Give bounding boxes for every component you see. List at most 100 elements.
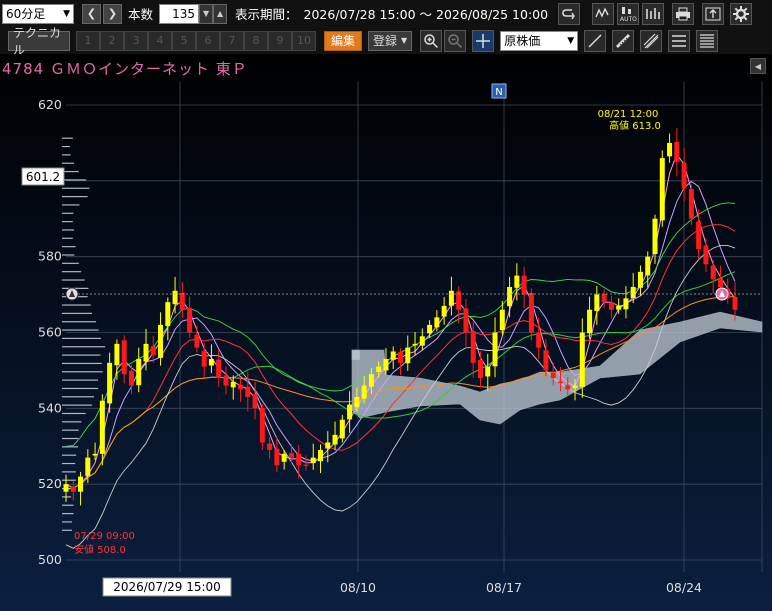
price-chart[interactable]: 500520540560580600620 08/1008/1708/24 N …: [0, 54, 772, 611]
candle-body: [230, 381, 236, 388]
volume-profile-bar: [62, 221, 73, 223]
register-button[interactable]: 登録 ▼: [368, 30, 413, 51]
zoom-out-icon[interactable]: [444, 29, 467, 52]
candle-body: [136, 359, 142, 386]
technical-button[interactable]: テクニカル: [8, 26, 70, 57]
print-icon[interactable]: [672, 2, 695, 25]
candle-body: [310, 457, 316, 463]
collapse-panel-icon[interactable]: ◀: [750, 58, 766, 74]
candle-body: [579, 332, 585, 388]
ruler-icon[interactable]: [612, 29, 635, 52]
fibonacci-icon[interactable]: [696, 29, 719, 52]
bars-input[interactable]: 135: [159, 3, 200, 24]
crosshair-icon[interactable]: [472, 29, 495, 52]
candle-body: [223, 375, 229, 386]
trendline-icon[interactable]: [584, 29, 607, 52]
undo-icon[interactable]: [558, 2, 581, 25]
candle-body: [339, 419, 345, 439]
candle-body: [594, 294, 600, 311]
candle-body: [470, 331, 476, 363]
alert-marker-right[interactable]: [715, 287, 729, 301]
y-tick-label: 560: [38, 325, 62, 340]
volume-profile-bar: [62, 529, 73, 531]
volume-profile-bar: [62, 412, 86, 415]
edit-button[interactable]: 編集: [324, 30, 363, 51]
parallel-lines-icon[interactable]: [640, 29, 663, 52]
export-icon[interactable]: [702, 2, 725, 25]
interval-value: 60分足: [6, 7, 46, 21]
candle-body: [303, 464, 309, 467]
candle-body: [172, 290, 178, 305]
volume-profile-bar: [62, 512, 74, 515]
next-icon[interactable]: ❯: [103, 3, 122, 24]
news-marker[interactable]: N: [491, 83, 507, 99]
volume-profile-bar: [62, 446, 79, 448]
interval-select[interactable]: 60分足 ▼: [2, 3, 74, 24]
technical-slot-6[interactable]: 6: [196, 30, 220, 51]
technical-slot-8[interactable]: 8: [244, 30, 268, 51]
candle-body: [645, 256, 651, 276]
technical-slot-10[interactable]: 10: [292, 30, 316, 51]
candle-body: [259, 407, 265, 443]
candle-body: [208, 359, 214, 366]
bar-style-icon[interactable]: [642, 2, 665, 25]
candle-body: [238, 384, 244, 390]
volume-profile-bar: [62, 437, 79, 440]
candle-body: [434, 317, 440, 328]
technical-slot-3[interactable]: 3: [124, 30, 148, 51]
volume-profile-bar: [62, 204, 80, 206]
candle-body: [688, 189, 694, 219]
candle-body: [354, 396, 360, 408]
volume-profile-bar: [62, 471, 76, 473]
gear-icon[interactable]: [730, 2, 753, 25]
candle-body: [376, 366, 382, 373]
period-value: 2026/07/28 15:00 ～ 2026/08/25 10:00: [303, 7, 549, 22]
candle-body: [710, 265, 716, 280]
prev-icon[interactable]: ❮: [82, 3, 101, 24]
candle-body: [245, 386, 251, 397]
candle-body: [448, 290, 454, 306]
price-type-select[interactable]: 原株価 ▼: [500, 30, 579, 51]
volume-profile-bar: [62, 254, 75, 256]
candle-body: [368, 374, 374, 387]
candle-body: [187, 307, 193, 333]
volume-profile-bar: [62, 404, 92, 406]
candle-body: [318, 450, 324, 462]
technical-slot-4[interactable]: 4: [148, 30, 172, 51]
candle-body: [717, 278, 723, 287]
technical-slot-1[interactable]: 1: [76, 30, 100, 51]
low-date-label: 07/29 09:00: [74, 531, 135, 542]
volume-profile-bar: [62, 429, 79, 431]
volume-profile-bar: [62, 187, 90, 189]
technical-slot-2[interactable]: 2: [100, 30, 124, 51]
candle-body: [150, 345, 156, 356]
volume-profile-bar: [62, 504, 74, 506]
y-tick-label: 500: [38, 552, 62, 567]
technical-slot-9[interactable]: 9: [268, 30, 292, 51]
technical-slot-7[interactable]: 7: [220, 30, 244, 51]
spin-down-icon[interactable]: ▼: [199, 3, 214, 24]
candle-body: [63, 484, 69, 492]
cursor-date-label: 2026/07/29 15:00: [113, 580, 221, 594]
volume-profile-bar: [62, 396, 95, 398]
auto-icon[interactable]: AUTO: [617, 2, 640, 25]
candle-body: [623, 298, 629, 310]
spin-up-icon[interactable]: ▲: [213, 3, 228, 24]
candle-body: [514, 275, 520, 288]
technical-slot-5[interactable]: 5: [172, 30, 196, 51]
horizontal-lines-icon[interactable]: [668, 29, 691, 52]
alert-marker-left[interactable]: [65, 287, 79, 301]
bars-label: 本数: [128, 7, 154, 22]
high-value-label: 高値 613.0: [609, 119, 661, 132]
candle-body: [78, 476, 84, 492]
volume-profile-bar: [62, 237, 73, 239]
x-tick-label: 08/10: [340, 580, 376, 595]
y-tick-label: 620: [38, 97, 62, 112]
volume-profile-bar: [62, 346, 106, 348]
candle-body: [572, 385, 578, 389]
candle-style-icon[interactable]: [592, 2, 615, 25]
current-price-tag: 601.2: [21, 167, 65, 186]
volume-profile-bar: [62, 421, 82, 423]
zoom-in-icon[interactable]: [420, 29, 443, 52]
candle-body: [499, 309, 505, 331]
